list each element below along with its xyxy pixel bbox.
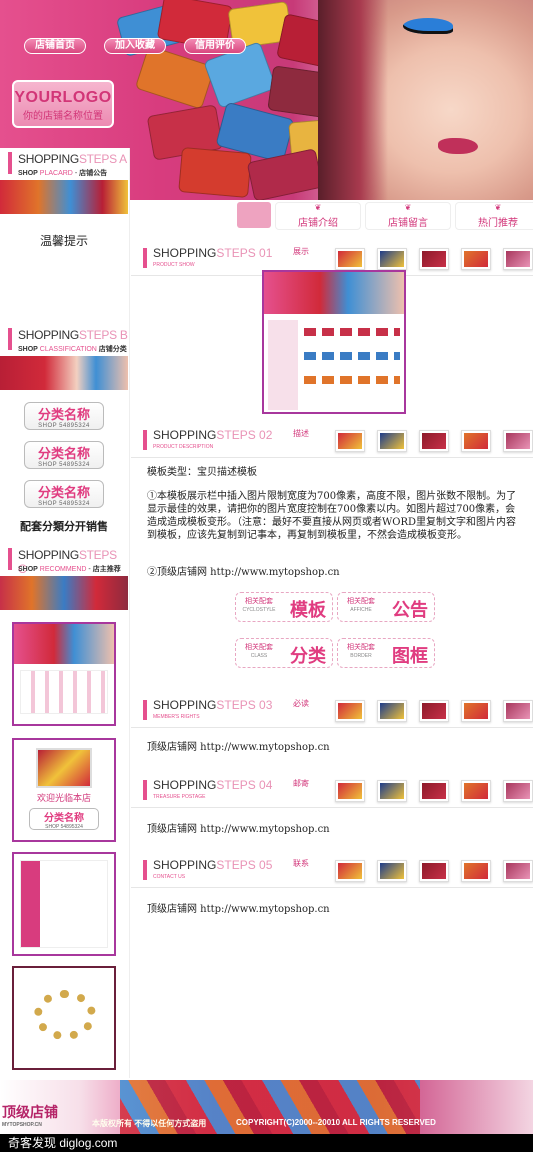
color-swatches (335, 248, 533, 270)
recommend-thumb-3[interactable] (12, 852, 116, 956)
handbags-strip-image (0, 180, 128, 214)
tab-store-intro[interactable]: 店铺介绍 (275, 202, 361, 230)
swatch-5[interactable] (503, 860, 533, 882)
swatch-2[interactable] (377, 430, 407, 452)
content-tabs: 店铺介绍 店铺留言 热门推荐 (237, 202, 533, 230)
tab-hot-recommend[interactable]: 热门推荐 (455, 202, 533, 230)
swatch-3[interactable] (419, 700, 449, 722)
footer-note: 本版权所有 不得以任何方式盗用 (92, 1119, 207, 1128)
sidebar-step-c-header: SHOPPINGSTEPS C SHOP RECOMMEND - 店主推荐 (4, 546, 128, 578)
section-02-header: SHOPPINGSTEPS 02 PRODUCT DESCRIPTION 描述 (131, 424, 533, 458)
section-02-label: 描述 (293, 429, 309, 438)
model-face-image (318, 0, 533, 200)
related-affiche-button[interactable]: 相关配套 AFFICHE 公告 (337, 592, 435, 622)
site-watermark: 奇客发现 diglog.com (0, 1134, 533, 1152)
top-nav: 店铺首页 加入收藏 信用评价 (24, 38, 246, 54)
section-03-label: 必读 (293, 699, 309, 708)
store-logo[interactable]: YOURLOGO 你的店铺名称位置 (12, 80, 114, 128)
handbags-strip-image-2 (0, 576, 128, 610)
shop-link-2[interactable]: 顶级店铺网 http://www.mytopshop.cn (147, 820, 330, 835)
sidebar-step-b-header: SHOPPINGSTEPS B SHOP CLASSIFICATION 店铺分类 (4, 326, 128, 358)
recommend-thumb-2[interactable]: 欢迎光临本店 分类名称 SHOP 54895324 (12, 738, 116, 842)
footer-copyright: COPYRIGHT(C)2000--20010 ALL RIGHTS RESER… (236, 1118, 436, 1127)
swatch-4[interactable] (461, 780, 491, 802)
nav-favorite-button[interactable]: 加入收藏 (104, 38, 166, 54)
swatch-4[interactable] (461, 248, 491, 270)
section-04-label: 邮寄 (293, 779, 309, 788)
related-class-button[interactable]: 相关配套 CLASS 分类 (235, 638, 333, 668)
swatch-1[interactable] (335, 860, 365, 882)
category-button-3[interactable]: 分类名称 SHOP 54895324 (24, 480, 104, 508)
related-template-button[interactable]: 相关配套 CYCLOSTYLE 模板 (235, 592, 333, 622)
section-05-label: 联系 (293, 859, 309, 868)
section-01-label: 展示 (293, 247, 309, 256)
tab-store-message[interactable]: 店铺留言 (365, 202, 451, 230)
category-button-1[interactable]: 分类名称 SHOP 54895324 (24, 402, 104, 430)
face-strip-image (0, 356, 128, 390)
sidebar-step-a-header: SHOPPINGSTEPS A SHOP PLACARD - 店铺公告 (4, 150, 128, 182)
swatch-1[interactable] (335, 248, 365, 270)
nav-rating-button[interactable]: 信用评价 (184, 38, 246, 54)
related-border-button[interactable]: 相关配套 BORDER 图框 (337, 638, 435, 668)
swatch-2[interactable] (377, 700, 407, 722)
swatch-5[interactable] (503, 248, 533, 270)
swatch-5[interactable] (503, 430, 533, 452)
swatch-4[interactable] (461, 860, 491, 882)
warm-tip-heading: 温馨提示 (39, 234, 88, 248)
swatch-4[interactable] (461, 700, 491, 722)
welcome-text: 欢迎光临本店 (36, 793, 91, 803)
section-03-header: SHOPPINGSTEPS 03 MEMBER'S RIGHTS 必读 (131, 694, 533, 728)
swatch-1[interactable] (335, 780, 365, 802)
swatch-3[interactable] (419, 248, 449, 270)
swatch-3[interactable] (419, 430, 449, 452)
swatch-2[interactable] (377, 860, 407, 882)
recommend-thumb-4[interactable] (12, 966, 116, 1070)
footer-banner: 顶级店铺 MYTOPSHOP.CN 本版权所有 不得以任何方式盗用 COPYRIG… (0, 1080, 533, 1134)
swatch-5[interactable] (503, 700, 533, 722)
recommend-thumb-1[interactable] (12, 622, 116, 726)
shop-link-1[interactable]: 顶级店铺网 http://www.mytopshop.cn (147, 738, 330, 753)
shop-link-3[interactable]: 顶级店铺网 http://www.mytopshop.cn (147, 900, 330, 915)
swatch-1[interactable] (335, 700, 365, 722)
description-para-1: ①本模板展示栏中插入图片限制宽度为700像素，高度不限，图片张数不限制。为了显示… (147, 491, 517, 541)
swatch-3[interactable] (419, 860, 449, 882)
logo-title: YOURLOGO (14, 89, 112, 106)
main-content: 店铺介绍 店铺留言 热门推荐 SHOPPINGSTEPS 01 PRODUCT … (131, 200, 533, 1080)
description-para-2: ②顶级店铺网 http://www.mytopshop.cn (147, 567, 340, 578)
swatch-4[interactable] (461, 430, 491, 452)
nav-home-button[interactable]: 店铺首页 (24, 38, 86, 54)
section-05-header: SHOPPINGSTEPS 05 CONTACT US 联系 (131, 854, 533, 888)
swatch-2[interactable] (377, 780, 407, 802)
section-04-header: SHOPPINGSTEPS 04 TREASURE POSTAGE 邮寄 (131, 774, 533, 808)
category-button-2[interactable]: 分类名称 SHOP 54895324 (24, 441, 104, 469)
left-sidebar: SHOPPINGSTEPS A SHOP PLACARD - 店铺公告 温馨提示… (0, 148, 130, 1078)
template-preview-image (262, 270, 406, 414)
swatch-3[interactable] (419, 780, 449, 802)
swatch-1[interactable] (335, 430, 365, 452)
logo-subtitle: 你的店铺名称位置 (23, 111, 103, 122)
footer-logo[interactable]: 顶级店铺 MYTOPSHOP.CN (2, 1102, 58, 1128)
description-type: 模板类型：宝贝描述模板 (147, 467, 257, 478)
swatch-5[interactable] (503, 780, 533, 802)
swatch-2[interactable] (377, 248, 407, 270)
category-sell-note: 配套分類分开销售 (20, 521, 108, 533)
tab-hot-badge (237, 202, 271, 228)
